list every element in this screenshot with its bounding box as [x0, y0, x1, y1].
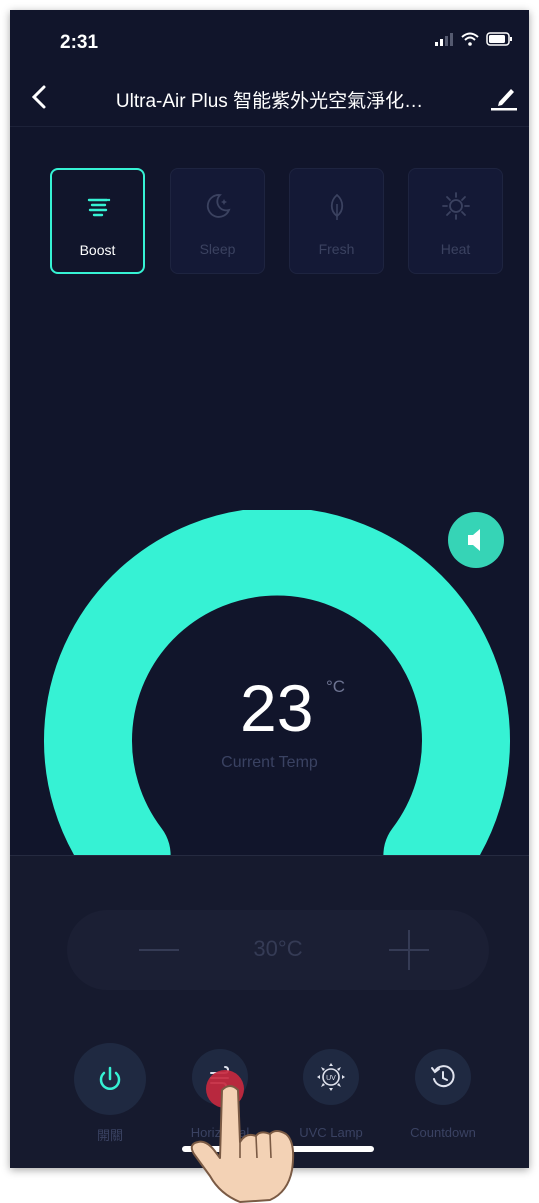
- moon-icon: [206, 194, 231, 218]
- power-button[interactable]: 開關: [55, 1043, 165, 1144]
- countdown-label: Countdown: [410, 1125, 476, 1140]
- mode-fresh-button[interactable]: Fresh: [289, 168, 384, 274]
- svg-text:UV: UV: [326, 1075, 336, 1082]
- sun-icon: [441, 192, 470, 220]
- pencil-icon[interactable]: [489, 82, 519, 112]
- power-icon: [99, 1066, 121, 1090]
- current-temp-label: Current Temp: [221, 754, 318, 771]
- wifi-icon: [461, 32, 479, 46]
- mode-sleep-button[interactable]: Sleep: [170, 168, 265, 274]
- setpoint-control: 30°C: [67, 910, 489, 990]
- nav-divider: [10, 126, 529, 127]
- status-time: 2:31: [60, 32, 99, 53]
- battery-icon: [486, 32, 512, 46]
- mode-label: Heat: [440, 241, 471, 257]
- pointing-hand-icon: [190, 1085, 295, 1203]
- current-temp-value: 23: [240, 671, 314, 745]
- timer-icon: [431, 1065, 455, 1088]
- mode-boost-button[interactable]: Boost: [50, 168, 145, 274]
- app-screen: 2:31 Ultra-Air Plus 智能紫外光空氣淨化… Boost Sle…: [10, 10, 529, 1168]
- sound-button[interactable]: [448, 512, 504, 568]
- power-label: 開關: [96, 1128, 123, 1143]
- temp-unit: °C: [326, 677, 346, 696]
- speaker-icon: [468, 529, 480, 551]
- leaf-icon: [330, 193, 343, 220]
- plus-button[interactable]: [389, 930, 429, 970]
- mode-label: Sleep: [199, 241, 236, 257]
- countdown-button[interactable]: Countdown: [388, 1049, 498, 1140]
- mode-label: Boost: [79, 242, 116, 258]
- chevron-left-icon[interactable]: [24, 82, 54, 112]
- cellular-signal-icon: [435, 32, 453, 46]
- mode-label: Fresh: [318, 241, 355, 257]
- page-title: Ultra-Air Plus 智能紫外光空氣淨化…: [115, 91, 424, 112]
- fan-lines-icon: [87, 198, 110, 217]
- mode-heat-button[interactable]: Heat: [408, 168, 503, 274]
- status-icons: [434, 32, 513, 46]
